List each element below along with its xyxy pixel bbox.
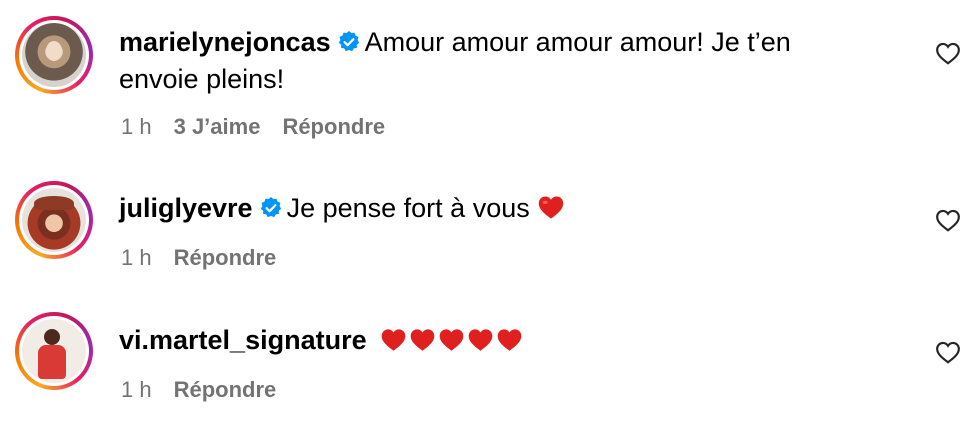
story-ring[interactable] — [15, 312, 93, 390]
red-heart-emoji-icon — [439, 329, 464, 351]
username[interactable]: vi.martel_signature — [119, 325, 367, 355]
red-heart-emoji-icon — [468, 329, 493, 351]
heart-outline-icon[interactable] — [935, 340, 961, 364]
red-heart-emoji-icon — [381, 329, 406, 351]
red-heart-emoji-icon — [410, 329, 435, 351]
comment-3: vi.martel_signature 1 h Répondre — [0, 0, 980, 422]
avatar — [22, 319, 86, 383]
reply-button[interactable]: Répondre — [174, 377, 277, 402]
timestamp: 1 h — [121, 377, 152, 402]
comment-meta: 1 h Répondre — [121, 377, 298, 403]
heart-emojis — [380, 325, 525, 355]
red-heart-emoji-icon — [497, 329, 522, 351]
